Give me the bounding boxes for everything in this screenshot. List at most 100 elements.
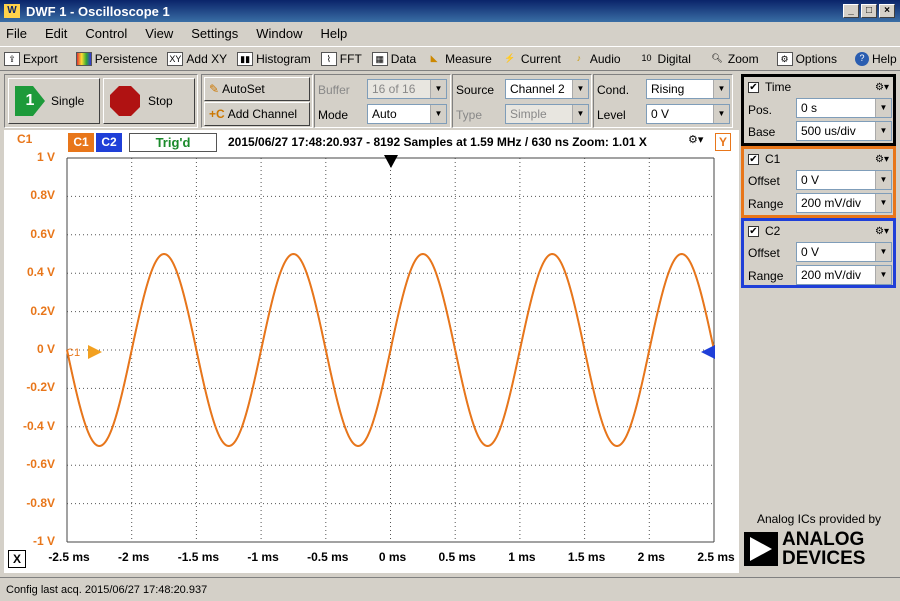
c2-offset-value: 0 V <box>801 245 820 259</box>
c2-range-label: Range <box>748 269 784 283</box>
histogram-button[interactable]: ▮▮ Histogram <box>237 51 311 66</box>
help-label: Help <box>871 51 897 66</box>
level-select[interactable]: 0 V ▼ <box>646 104 730 124</box>
c1-panel: ✔ C1 ⚙▾ Offset 0 V ▼ Range 200 mV/div ▼ <box>741 146 896 218</box>
digital-icon: 10 <box>641 52 652 63</box>
digital-button[interactable]: 10 Digital <box>639 52 691 66</box>
cond-value: Rising <box>651 82 685 96</box>
options-button[interactable]: ⚙ Options <box>776 51 837 66</box>
time-enable-checkbox[interactable]: ✔ <box>748 81 759 93</box>
c2-offset-input[interactable]: 0 V ▼ <box>796 242 892 262</box>
c2-enable-checkbox[interactable]: ✔ <box>748 225 759 237</box>
autoset-label: AutoSet <box>222 82 265 96</box>
base-label: Base <box>748 125 776 139</box>
source-value: Channel 2 <box>510 82 565 96</box>
chevron-down-icon: ▼ <box>875 99 891 117</box>
autoset-icon: ✎ <box>209 82 220 96</box>
chevron-down-icon: ▼ <box>430 105 446 123</box>
help-button[interactable]: ? Help <box>854 51 897 66</box>
mode-label: Mode <box>318 108 349 122</box>
source-select[interactable]: Channel 2 ▼ <box>505 79 589 99</box>
histogram-label: Histogram <box>256 51 311 66</box>
c1-offset-marker <box>88 345 102 359</box>
menu-view[interactable]: View <box>145 26 173 41</box>
maximize-button[interactable]: □ <box>861 4 877 18</box>
c1-range-label: Range <box>748 197 784 211</box>
mode-select[interactable]: Auto ▼ <box>367 104 447 124</box>
c2-range-value: 200 mV/div <box>801 268 862 282</box>
add-xy-button[interactable]: XY Add XY <box>167 51 227 66</box>
persistence-button[interactable]: Persistence <box>75 51 157 66</box>
digital-label: Digital <box>657 51 691 66</box>
status-bar: Config last acq. 2015/06/27 17:48:20.937 <box>0 577 900 601</box>
c1-offset-field-label: Offset <box>748 174 780 188</box>
chevron-down-icon: ▼ <box>572 105 588 123</box>
help-icon: ? <box>854 51 869 66</box>
type-select[interactable]: Simple ▼ <box>505 104 589 124</box>
analog-devices-logo-icon <box>744 532 778 566</box>
menu-window[interactable]: Window <box>256 26 302 41</box>
menu-file[interactable]: File <box>6 26 27 41</box>
zoom-button[interactable]: 🔍︎ Zoom <box>709 51 759 66</box>
minimize-button[interactable]: _ <box>843 4 859 18</box>
data-button[interactable]: ▦ Data <box>371 51 416 66</box>
cond-select[interactable]: Rising ▼ <box>646 79 730 99</box>
add-xy-icon: XY <box>167 51 184 66</box>
stop-button[interactable]: Stop <box>103 78 195 124</box>
menu-settings[interactable]: Settings <box>191 26 238 41</box>
audio-icon: ♪ <box>576 52 582 63</box>
c1-title: C1 <box>765 152 781 166</box>
measure-button[interactable]: ◣ Measure <box>426 52 492 66</box>
stop-label: Stop <box>148 94 173 108</box>
source-type-group: Source Channel 2 ▼ Type Simple ▼ <box>452 74 592 128</box>
c2-range-select[interactable]: 200 mV/div ▼ <box>796 265 892 285</box>
c1-range-value: 200 mV/div <box>801 196 862 210</box>
fft-button[interactable]: ⌇ FFT <box>320 51 362 66</box>
window-title: DWF 1 - Oscilloscope 1 <box>26 3 170 19</box>
menu-control[interactable]: Control <box>85 26 127 41</box>
measure-icon: ◣ <box>430 52 438 63</box>
close-button[interactable]: × <box>879 4 895 18</box>
c1-offset-input[interactable]: 0 V ▼ <box>796 170 892 190</box>
options-label: Options <box>795 51 837 66</box>
scope-plot[interactable]: C1 <box>4 130 739 573</box>
current-icon: ⚡ <box>504 52 516 63</box>
c2-options-icon[interactable]: ⚙▾ <box>875 226 889 237</box>
export-button[interactable]: ⇪ Export <box>4 51 58 66</box>
time-title: Time <box>765 80 792 94</box>
chevron-down-icon: ▼ <box>713 105 729 123</box>
base-value: 500 us/div <box>801 124 856 138</box>
autoset-button[interactable]: ✎ AutoSet <box>204 77 310 101</box>
c1-options-icon[interactable]: ⚙▾ <box>875 154 889 165</box>
base-select[interactable]: 500 us/div ▼ <box>796 121 892 141</box>
c2-title: C2 <box>765 224 781 238</box>
branding-caption: Analog ICs provided by <box>756 512 882 526</box>
chevron-down-icon: ▼ <box>572 80 588 98</box>
audio-button[interactable]: ♪ Audio <box>571 52 621 66</box>
app-logo-icon: W <box>4 4 20 18</box>
single-icon: 1 <box>15 86 45 116</box>
audio-label: Audio <box>589 51 621 66</box>
single-button[interactable]: 1 Single <box>8 78 100 124</box>
add-channel-button[interactable]: +C Add Channel <box>204 102 310 126</box>
current-button[interactable]: ⚡ Current <box>502 52 561 66</box>
pos-input[interactable]: 0 s ▼ <box>796 98 892 118</box>
buffer-select[interactable]: 16 of 16 ▼ <box>367 79 447 99</box>
export-label: Export <box>23 51 58 66</box>
chevron-down-icon: ▼ <box>430 80 446 98</box>
measure-label: Measure <box>445 51 492 66</box>
buffer-value: 16 of 16 <box>372 82 416 96</box>
zoom-label: Zoom <box>727 51 759 66</box>
c1-range-select[interactable]: 200 mV/div ▼ <box>796 193 892 213</box>
menu-edit[interactable]: Edit <box>45 26 67 41</box>
export-icon: ⇪ <box>4 51 20 66</box>
level-value: 0 V <box>651 107 670 121</box>
single-label: Single <box>51 94 85 108</box>
time-options-icon[interactable]: ⚙▾ <box>875 82 889 93</box>
menu-help[interactable]: Help <box>320 26 347 41</box>
c1-enable-checkbox[interactable]: ✔ <box>748 153 759 165</box>
chevron-down-icon: ▼ <box>713 80 729 98</box>
plot-area[interactable]: C1 C1 C2 Trig'd 2015/06/27 17:48:20.937 … <box>4 130 739 573</box>
type-value: Simple <box>510 107 547 121</box>
trigger-position-marker <box>384 155 398 168</box>
